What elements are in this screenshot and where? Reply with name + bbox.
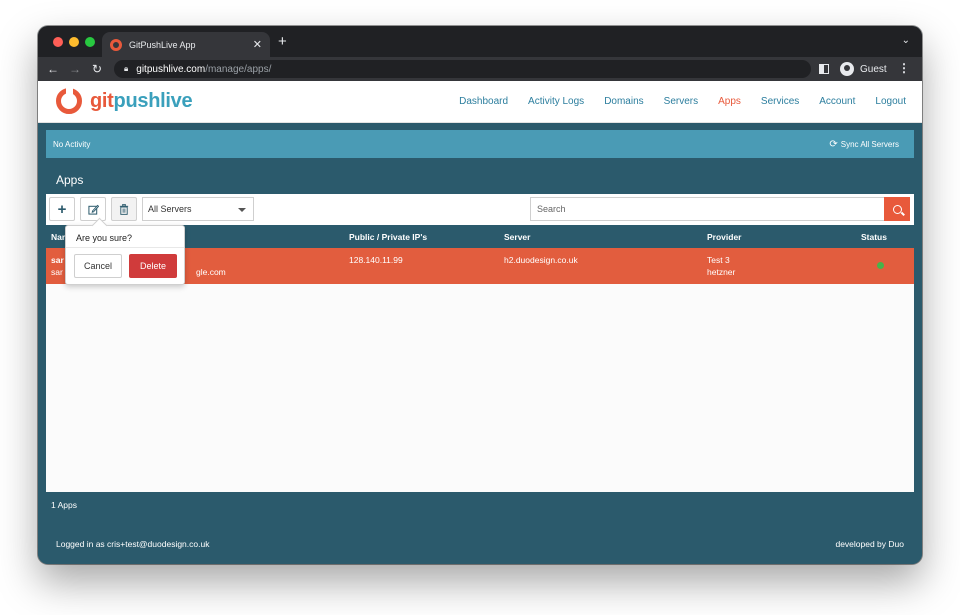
tab-search-chevron-icon[interactable]: ⌄ xyxy=(902,35,910,46)
column-header-name[interactable]: Nar xyxy=(51,232,65,242)
nav-domains[interactable]: Domains xyxy=(604,96,643,107)
confirm-delete-button[interactable]: Delete xyxy=(129,254,177,278)
lock-icon: 🔒︎ xyxy=(124,64,129,73)
apps-count: 1 Apps xyxy=(46,492,914,518)
logo-text: gitpushlive xyxy=(90,89,193,112)
add-app-button[interactable]: + xyxy=(49,197,75,221)
page-footer: Logged in as cris+test@duodesign.co.uk d… xyxy=(38,524,922,564)
sync-icon: ⟳ xyxy=(829,138,838,150)
app-ip: 128.140.11.99 xyxy=(349,255,403,265)
server-filter-select[interactable]: All Servers xyxy=(142,197,254,221)
search-button[interactable] xyxy=(884,197,910,221)
popover-divider xyxy=(66,247,184,248)
column-header-server[interactable]: Server xyxy=(504,232,530,242)
browser-tab[interactable]: GitPushLive App ✕ xyxy=(102,32,270,57)
credit-text[interactable]: developed by Duo xyxy=(835,539,904,549)
trash-icon xyxy=(119,203,129,215)
search-icon xyxy=(892,204,902,214)
nav-services[interactable]: Services xyxy=(761,96,799,107)
profile-label: Guest xyxy=(860,63,887,75)
column-header-status[interactable]: Status xyxy=(861,232,887,242)
nav-account[interactable]: Account xyxy=(819,96,855,107)
cancel-button[interactable]: Cancel xyxy=(74,254,122,278)
main-menu: Dashboard Activity Logs Domains Servers … xyxy=(439,96,906,107)
avatar-icon xyxy=(840,62,854,76)
server-filter-value: All Servers xyxy=(148,204,192,214)
activity-status: No Activity xyxy=(53,139,91,149)
browser-menu-icon[interactable]: ⋮ xyxy=(898,61,910,75)
minimize-window-icon[interactable] xyxy=(69,37,79,47)
address-bar[interactable]: 🔒︎ gitpushlive.com /manage/apps/ xyxy=(114,60,811,78)
confirm-question: Are you sure? xyxy=(76,233,133,243)
forward-icon[interactable]: → xyxy=(64,62,86,76)
sync-label: Sync All Servers xyxy=(840,139,899,149)
column-header-ip[interactable]: Public / Private IP's xyxy=(349,232,427,242)
url-host: gitpushlive.com xyxy=(136,63,206,75)
side-panel-icon[interactable] xyxy=(819,64,829,74)
provider-name: Test 3 xyxy=(707,255,730,265)
delete-app-button[interactable] xyxy=(111,197,137,221)
favicon-icon xyxy=(110,38,122,51)
edit-icon xyxy=(87,204,99,215)
url-path: /manage/apps/ xyxy=(205,63,272,75)
browser-toolbar: ← → ↻ 🔒︎ gitpushlive.com /manage/apps/ G… xyxy=(38,57,922,81)
delete-confirm-popover: Are you sure? Cancel Delete xyxy=(65,225,185,285)
nav-dashboard[interactable]: Dashboard xyxy=(459,96,508,107)
activity-bar: No Activity ⟳ Sync All Servers xyxy=(46,130,914,158)
close-tab-icon[interactable]: ✕ xyxy=(253,38,262,51)
logged-in-text: Logged in as cris+test@duodesign.co.uk xyxy=(56,539,210,549)
apps-panel: Apps + All Servers Nar Public / Private … xyxy=(46,166,914,518)
app-name: sar xyxy=(51,255,64,265)
nav-servers[interactable]: Servers xyxy=(664,96,698,107)
logo[interactable]: gitpushlive xyxy=(56,88,193,114)
nav-activity-logs[interactable]: Activity Logs xyxy=(528,96,584,107)
tab-strip: GitPushLive App ✕ + ⌄ xyxy=(38,26,922,57)
browser-window: GitPushLive App ✕ + ⌄ ← → ↻ 🔒︎ gitpushli… xyxy=(38,26,922,564)
new-tab-icon[interactable]: + xyxy=(278,33,287,50)
sync-all-servers-button[interactable]: ⟳ Sync All Servers xyxy=(829,139,907,150)
app-server: h2.duodesign.co.uk xyxy=(504,255,578,265)
panel-title: Apps xyxy=(46,166,914,194)
search-input[interactable] xyxy=(530,197,884,221)
close-window-icon[interactable] xyxy=(53,37,63,47)
column-header-provider[interactable]: Provider xyxy=(707,232,742,242)
tab-title: GitPushLive App xyxy=(129,39,196,50)
panel-toolbar: + All Servers xyxy=(46,194,914,225)
edit-app-button[interactable] xyxy=(80,197,106,221)
app-email-prefix: sar xyxy=(51,267,63,277)
maximize-window-icon[interactable] xyxy=(85,37,95,47)
app-navbar: gitpushlive Dashboard Activity Logs Doma… xyxy=(38,81,922,123)
nav-logout[interactable]: Logout xyxy=(875,96,906,107)
logo-icon xyxy=(56,88,82,114)
provider-host: hetzner xyxy=(707,267,736,277)
app-email-suffix: gle.com xyxy=(196,267,226,277)
reload-icon[interactable]: ↻ xyxy=(86,62,108,76)
caret-down-icon xyxy=(238,208,246,212)
nav-apps[interactable]: Apps xyxy=(718,96,741,107)
back-icon[interactable]: ← xyxy=(42,62,64,76)
profile-button[interactable]: Guest xyxy=(834,60,893,78)
status-online-icon xyxy=(877,262,884,269)
